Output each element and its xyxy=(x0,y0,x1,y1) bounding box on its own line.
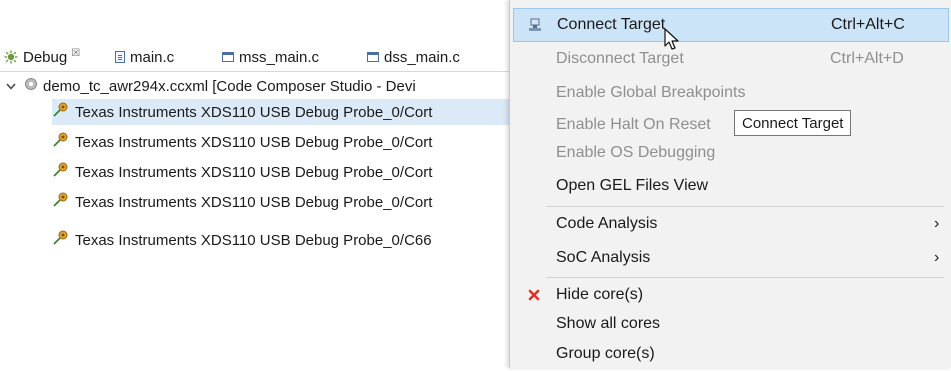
tab-mss-main-c[interactable]: mss_main.c xyxy=(222,43,319,71)
tree-row[interactable]: Texas Instruments XDS110 USB Debug Probe… xyxy=(52,129,432,155)
target-config-icon xyxy=(24,77,38,95)
tab-label: main.c xyxy=(130,48,175,66)
c-source-icon xyxy=(367,52,379,62)
tree-row[interactable]: Texas Instruments XDS110 USB Debug Probe… xyxy=(52,159,432,185)
tab-main-c[interactable]: main.c xyxy=(115,43,174,71)
debug-icon xyxy=(4,50,18,64)
menu-item-label: Connect Target xyxy=(557,16,666,33)
menu-item-label: Enable Global Breakpoints xyxy=(556,84,746,101)
menu-item-disconnect-target[interactable]: Disconnect Target Ctrl+Alt+D xyxy=(510,42,951,76)
menu-item-enable-os-debugging[interactable]: Enable OS Debugging xyxy=(510,136,951,170)
tree-row[interactable]: Texas Instruments XDS110 USB Debug Probe… xyxy=(52,99,520,125)
cpu-core-icon xyxy=(52,102,70,122)
tab-label: Debug xyxy=(23,48,68,66)
connect-target-icon xyxy=(527,17,543,33)
menu-item-label: Show all cores xyxy=(556,315,661,332)
menu-item-label: Open GEL Files View xyxy=(556,177,709,194)
view-tab-bar: Debug ☒ main.c mss_main.c dss_main.c xyxy=(0,43,520,72)
tree-root-row[interactable]: demo_tc_awr294x.ccxml [Code Composer Stu… xyxy=(4,73,416,99)
tree-root-label: demo_tc_awr294x.ccxml [Code Composer Stu… xyxy=(43,77,416,95)
menu-item-label: SoC Analysis xyxy=(556,249,651,266)
tree-row[interactable]: Texas Instruments XDS110 USB Debug Probe… xyxy=(52,189,432,215)
red-x-icon xyxy=(526,287,542,303)
menu-item-label: Code Analysis xyxy=(556,215,658,232)
tree-item-label: Texas Instruments XDS110 USB Debug Probe… xyxy=(75,133,433,151)
menu-item-label: Enable OS Debugging xyxy=(556,144,716,161)
menu-item-accelerator: Ctrl+Alt+D xyxy=(830,50,904,67)
context-menu: Connect Target Ctrl+Alt+C Disconnect Tar… xyxy=(509,0,951,368)
chevron-down-icon[interactable] xyxy=(4,83,18,90)
cpu-core-icon xyxy=(52,230,70,250)
c-file-icon xyxy=(115,51,125,63)
tab-dss-main-c[interactable]: dss_main.c xyxy=(367,43,460,71)
menu-item-label: Group core(s) xyxy=(556,345,655,362)
tree-item-label: Texas Instruments XDS110 USB Debug Probe… xyxy=(75,163,433,181)
close-icon[interactable]: ☒ xyxy=(71,48,80,59)
menu-item-show-all-cores[interactable]: Show all cores xyxy=(510,307,951,341)
menu-item-group-cores[interactable]: Group core(s) xyxy=(510,337,951,371)
tooltip: Connect Target xyxy=(734,110,852,136)
menu-item-open-gel-files-view[interactable]: Open GEL Files View xyxy=(510,169,951,203)
menu-item-accelerator: Ctrl+Alt+C xyxy=(831,16,905,33)
tab-label: mss_main.c xyxy=(239,48,320,66)
menu-item-connect-target[interactable]: Connect Target Ctrl+Alt+C xyxy=(513,8,949,42)
submenu-arrow-icon: › xyxy=(934,249,940,266)
c-source-icon xyxy=(222,52,234,62)
cpu-core-icon xyxy=(52,192,70,212)
submenu-arrow-icon: › xyxy=(934,215,940,232)
menu-item-enable-global-breakpoints[interactable]: Enable Global Breakpoints xyxy=(510,76,951,110)
tab-label: dss_main.c xyxy=(384,48,460,66)
tooltip-text: Connect Target xyxy=(742,114,844,132)
tree-item-label: Texas Instruments XDS110 USB Debug Probe… xyxy=(75,103,433,121)
tree-row[interactable]: Texas Instruments XDS110 USB Debug Probe… xyxy=(52,227,432,253)
mouse-cursor-icon xyxy=(664,28,680,57)
tree-item-label: Texas Instruments XDS110 USB Debug Probe… xyxy=(75,231,432,249)
menu-item-label: Hide core(s) xyxy=(556,286,644,303)
menu-item-code-analysis[interactable]: Code Analysis › xyxy=(510,207,951,241)
menu-item-soc-analysis[interactable]: SoC Analysis › xyxy=(510,241,951,275)
cpu-core-icon xyxy=(52,162,70,182)
tree-item-label: Texas Instruments XDS110 USB Debug Probe… xyxy=(75,193,433,211)
menu-item-label: Enable Halt On Reset xyxy=(556,116,711,133)
cpu-core-icon xyxy=(52,132,70,152)
tab-debug[interactable]: Debug ☒ xyxy=(4,43,80,71)
